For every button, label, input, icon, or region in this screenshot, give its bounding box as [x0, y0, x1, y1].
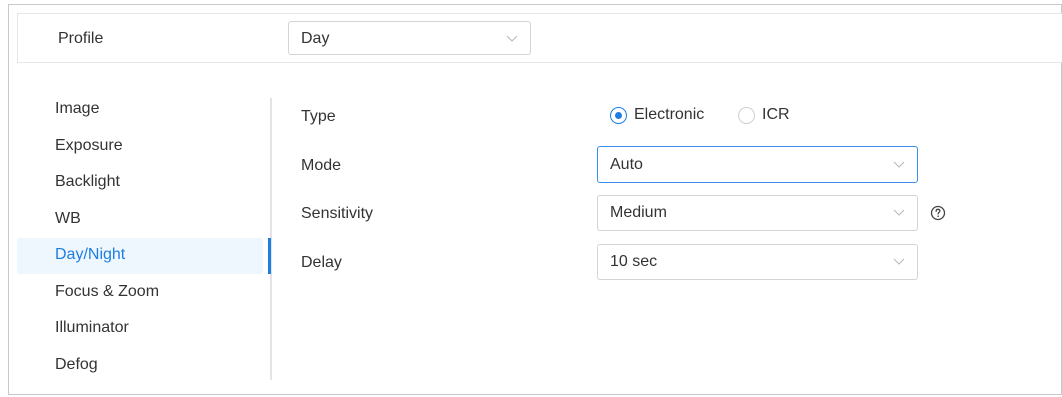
- profile-select-value: Day: [301, 30, 330, 47]
- sensitivity-select-value: Medium: [610, 204, 667, 221]
- type-label: Type: [301, 108, 336, 125]
- radio-electronic[interactable]: Electronic: [610, 106, 720, 126]
- nav-item-day-night[interactable]: Day/Night: [17, 238, 263, 274]
- nav-item-label: Backlight: [55, 173, 120, 190]
- chevron-down-icon: [893, 209, 905, 216]
- mode-label: Mode: [301, 157, 342, 174]
- delay-select-value: 10 sec: [610, 253, 658, 270]
- sensitivity-label: Sensitivity: [301, 205, 374, 222]
- nav-item-illuminator[interactable]: Illuminator: [17, 311, 263, 347]
- nav-item-exposure[interactable]: Exposure: [17, 129, 263, 165]
- radio-icr[interactable]: ICR: [738, 106, 808, 126]
- delay-label: Delay: [301, 254, 342, 271]
- radio-label: Electronic: [634, 106, 705, 123]
- nav-active-indicator: [268, 238, 271, 274]
- nav-item-label: Day/Night: [55, 246, 126, 263]
- profile-label: Profile: [58, 30, 104, 47]
- nav-item-label: Focus & Zoom: [55, 283, 160, 300]
- chevron-down-icon: [893, 161, 905, 168]
- nav-item-label: Defog: [55, 356, 98, 373]
- nav-item-label: WB: [55, 210, 81, 227]
- sensitivity-select[interactable]: Medium: [597, 195, 918, 231]
- nav-item-defog[interactable]: Defog: [17, 348, 263, 384]
- mode-select[interactable]: Auto: [597, 146, 918, 183]
- chevron-down-icon: [506, 35, 518, 42]
- delay-select[interactable]: 10 sec: [597, 244, 918, 280]
- nav-item-wb[interactable]: WB: [17, 202, 263, 238]
- radio-dot: [738, 107, 755, 124]
- profile-bar: Profile Day: [17, 13, 1062, 63]
- chevron-down-icon: [893, 258, 905, 265]
- nav-item-label: Image: [55, 100, 100, 117]
- radio-label: ICR: [762, 106, 790, 123]
- nav-item-backlight[interactable]: Backlight: [17, 165, 263, 201]
- nav-item-focus-zoom[interactable]: Focus & Zoom: [17, 275, 263, 311]
- nav-item-label: Illuminator: [55, 319, 129, 336]
- profile-select[interactable]: Day: [288, 21, 531, 55]
- mode-select-value: Auto: [610, 156, 643, 173]
- nav-item-label: Exposure: [55, 137, 123, 154]
- question-circle-icon[interactable]: [930, 205, 946, 221]
- radio-dot: [610, 107, 627, 124]
- nav-item-image[interactable]: Image: [17, 92, 263, 128]
